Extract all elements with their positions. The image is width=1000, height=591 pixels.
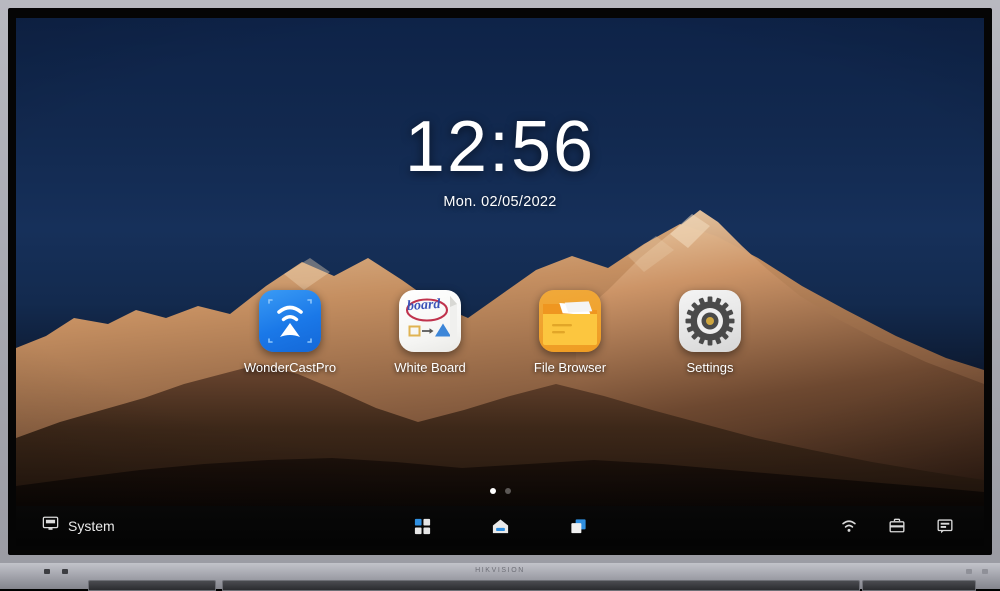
wallpaper-mountains [16,18,984,546]
interactive-panel-device: 12:56 Mon. 02/05/2022 WonderCastPro boar… [0,0,1000,591]
clock-widget: 12:56 Mon. 02/05/2022 [16,110,984,210]
device-chin: HIKVISION [0,563,1000,591]
device-base-bar [222,580,860,591]
page-indicator [16,488,984,494]
app-label: Settings [686,360,734,375]
app-label: White Board [394,360,466,375]
app-label: WonderCastPro [243,360,337,375]
apps-grid-icon[interactable] [411,515,433,537]
page-dot-2[interactable] [504,488,511,494]
clock-time: 12:56 [404,107,596,187]
device-brand-logo: HIKVISION [475,567,525,574]
app-shortcut-filebrowser[interactable]: File Browser [518,290,622,375]
taskbar-status-group [838,515,956,537]
device-stand-right [862,580,976,591]
indicator-led-3 [966,569,972,574]
clock-date: Mon. 02/05/2022 [443,194,557,210]
screen: 12:56 Mon. 02/05/2022 WonderCastPro boar… [16,18,984,546]
app-shortcut-whiteboard[interactable]: board White Board [378,290,482,375]
app-shortcut-settings[interactable]: Settings [658,290,762,375]
device-stand-left [88,580,216,591]
wifi-icon[interactable] [838,515,860,537]
app-shortcut-row: WonderCastPro board White Board File Bro… [16,290,984,375]
taskbar: System [16,506,984,546]
message-icon[interactable] [934,515,956,537]
page-dot-1[interactable] [489,488,496,494]
home-icon[interactable] [489,515,511,537]
indicator-led-4 [982,569,988,574]
cast-icon [259,290,321,352]
app-label: File Browser [533,360,607,375]
indicator-led-1 [44,569,50,574]
indicator-led-2 [62,569,68,574]
whiteboard-icon: board [399,290,461,352]
whiteboard-word: board [406,296,441,315]
recents-icon[interactable] [567,515,589,537]
app-shortcut-wondercastpro[interactable]: WonderCastPro [238,290,342,375]
gear-icon [679,290,741,352]
toolbox-icon[interactable] [886,515,908,537]
folder-icon [539,290,601,352]
